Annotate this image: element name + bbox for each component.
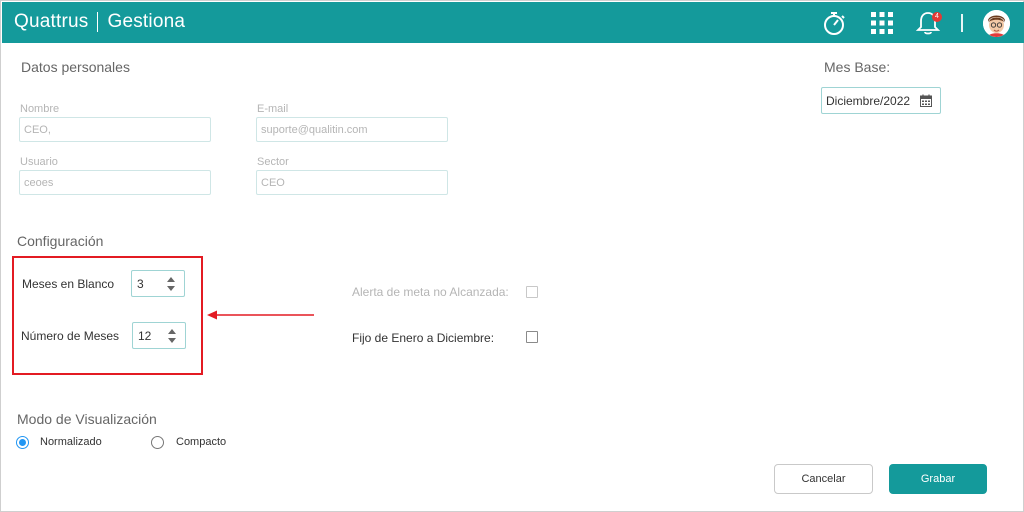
notification-badge: 4 (932, 12, 942, 22)
email-field[interactable]: suporte@qualitin.com (256, 117, 448, 142)
save-button[interactable]: Grabar (889, 464, 987, 494)
modo-section-title: Modo de Visualización (17, 411, 157, 427)
email-label: E-mail (257, 103, 289, 115)
header-divider (961, 14, 963, 32)
top-bar: Quattrus Gestiona 4 (2, 2, 1024, 43)
nombre-field[interactable]: CEO, (19, 117, 211, 142)
fijo-enero-checkbox[interactable] (526, 331, 538, 343)
usuario-field[interactable]: ceoes (19, 170, 211, 195)
numero-meses-label: Número de Meses (21, 329, 120, 343)
usuario-label: Usuario (20, 156, 58, 168)
cancel-button[interactable]: Cancelar (774, 464, 873, 494)
stepper-arrows-icon[interactable] (164, 273, 178, 295)
calendar-icon[interactable] (920, 94, 932, 107)
brand-name: Quattrus (14, 11, 89, 32)
avatar-face-icon (983, 10, 1010, 37)
config-section-title: Configuración (17, 233, 104, 249)
radio-compacto-label[interactable]: Compacto (176, 436, 226, 448)
mes-base-title: Mes Base: (824, 59, 891, 75)
sector-field[interactable]: CEO (256, 170, 448, 195)
alerta-meta-checkbox[interactable] (526, 286, 538, 298)
nombre-label: Nombre (20, 103, 60, 115)
radio-normalizado-label[interactable]: Normalizado (40, 436, 102, 448)
radio-normalizado[interactable] (16, 436, 29, 449)
alerta-meta-label: Alerta de meta no Alcanzada: (352, 285, 509, 299)
stopwatch-icon[interactable] (820, 9, 848, 37)
apps-grid-icon[interactable] (868, 9, 896, 37)
stepper-arrows-icon[interactable] (165, 325, 179, 347)
radio-compacto[interactable] (151, 436, 164, 449)
sector-label: Sector (257, 156, 289, 168)
brand-logo[interactable]: Quattrus Gestiona (14, 11, 185, 33)
personal-section-title: Datos personales (21, 59, 130, 75)
brand-product: Gestiona (107, 11, 186, 32)
app-frame: Quattrus Gestiona 4 Datos personales Nom… (0, 0, 1024, 512)
annotation-arrow-icon (207, 310, 314, 320)
meses-blanco-label: Meses en Blanco (22, 277, 115, 291)
fijo-enero-label: Fijo de Enero a Diciembre: (352, 331, 495, 345)
brand-separator (97, 12, 99, 32)
user-avatar[interactable] (983, 10, 1010, 37)
